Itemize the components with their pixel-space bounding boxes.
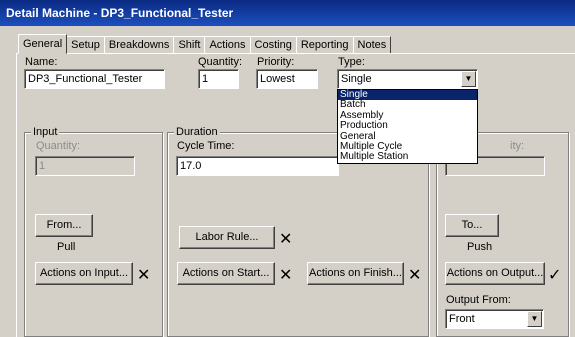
output-from-label: Output From: <box>446 294 511 306</box>
type-option-multiple-station[interactable]: Multiple Station <box>338 151 477 162</box>
type-label: Type: <box>338 56 365 68</box>
priority-input[interactable]: Lowest <box>256 69 318 89</box>
type-select[interactable]: Single ▼ <box>337 69 478 89</box>
duration-group-title: Duration <box>174 126 220 138</box>
input-quantity-field: 1 <box>35 156 135 176</box>
tab-general[interactable]: General <box>18 34 68 54</box>
tab-costing[interactable]: Costing <box>249 36 297 54</box>
actions-on-finish-button[interactable]: Actions on Finish... <box>307 262 404 285</box>
tab-breakdowns[interactable]: Breakdowns <box>103 36 175 54</box>
quantity-input[interactable]: 1 <box>198 69 239 89</box>
name-input[interactable]: DP3_Functional_Tester <box>24 69 165 89</box>
tab-reporting[interactable]: Reporting <box>295 36 354 54</box>
tab-shift[interactable]: Shift <box>173 36 206 54</box>
from-button[interactable]: From... <box>35 214 93 237</box>
to-button[interactable]: To... <box>445 214 499 237</box>
x-mark-icon: ✕ <box>279 267 293 284</box>
quantity-label: Quantity: <box>198 56 243 68</box>
chevron-down-icon[interactable]: ▼ <box>527 311 542 327</box>
pull-label: Pull <box>57 241 76 253</box>
type-dropdown-list: Single Batch Assembly Production General… <box>337 89 478 164</box>
output-from-select[interactable]: Front ▼ <box>445 309 544 329</box>
cycle-time-input[interactable]: 17.0 <box>176 156 339 176</box>
chevron-down-icon[interactable]: ▼ <box>461 71 476 87</box>
input-quantity-label: Quantity: <box>36 140 81 152</box>
input-group-title: Input <box>31 126 60 138</box>
actions-on-start-button[interactable]: Actions on Start... <box>177 262 275 285</box>
output-from-value: Front <box>449 313 475 325</box>
x-mark-icon: ✕ <box>279 231 293 248</box>
type-option-production[interactable]: Production <box>338 120 477 131</box>
actions-on-output-button[interactable]: Actions on Output... <box>445 262 545 285</box>
tab-setup[interactable]: Setup <box>66 36 105 54</box>
check-mark-icon: ✓ <box>548 267 562 284</box>
priority-label: Priority: <box>257 56 295 68</box>
push-label: Push <box>467 241 493 253</box>
name-label: Name: <box>25 56 58 68</box>
output-quantity-label: ity: <box>510 140 525 152</box>
tab-actions[interactable]: Actions <box>204 36 251 54</box>
labor-rule-button[interactable]: Labor Rule... <box>179 226 275 249</box>
actions-on-input-button[interactable]: Actions on Input... <box>35 262 133 285</box>
x-mark-icon: ✕ <box>137 267 151 284</box>
tab-strip: General Setup Breakdowns Shift Actions C… <box>18 34 392 54</box>
x-mark-icon: ✕ <box>408 267 422 284</box>
cycle-time-label: Cycle Time: <box>177 140 235 152</box>
tab-notes[interactable]: Notes <box>352 36 392 54</box>
window-title: Detail Machine - DP3_Functional_Tester <box>0 0 575 26</box>
type-select-value: Single <box>341 73 372 85</box>
